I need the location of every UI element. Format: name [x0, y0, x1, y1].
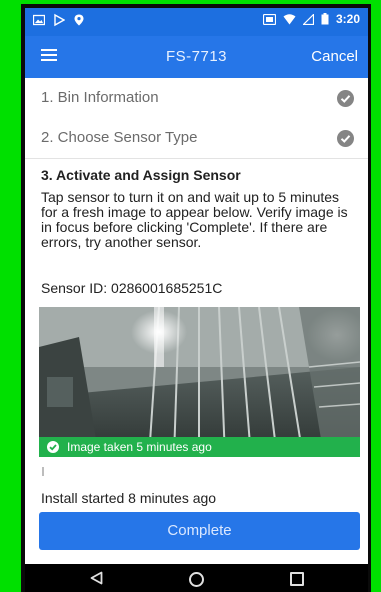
battery-icon [321, 13, 329, 25]
sim-icon [262, 13, 276, 25]
location-icon [74, 14, 84, 26]
back-icon[interactable] [90, 571, 103, 585]
home-icon[interactable] [189, 572, 204, 587]
check-circle-icon [337, 130, 354, 147]
device-screen: 3:20 FS-7713 Cancel 1. Bin Information 2… [21, 4, 371, 592]
check-circle-icon [47, 441, 59, 453]
app-window: 3:20 FS-7713 Cancel 1. Bin Information 2… [25, 8, 368, 592]
step-choose-sensor-type[interactable]: 2. Choose Sensor Type [25, 118, 368, 159]
complete-button[interactable]: Complete [39, 512, 360, 550]
check-circle-icon [337, 90, 354, 107]
recents-icon[interactable] [290, 572, 304, 586]
sensor-id: Sensor ID: 0286001685251C [41, 280, 223, 296]
instructions-text: Tap sensor to turn it on and wait up to … [41, 189, 348, 250]
install-status: Install started 8 minutes ago [41, 490, 217, 506]
image-status-banner: Image taken 5 minutes ago [39, 437, 360, 457]
active-step-title: 3. Activate and Assign Sensor [41, 167, 241, 183]
signal-icon [302, 13, 314, 25]
wifi-icon [283, 13, 296, 24]
status-left-icons [33, 13, 85, 27]
navigation-bar [25, 564, 368, 592]
image-icon [33, 14, 45, 26]
cancel-button[interactable]: Cancel [311, 48, 358, 65]
play-store-icon [54, 13, 65, 27]
divider-mark [42, 467, 44, 476]
status-bar: 3:20 [25, 8, 368, 36]
app-bar: FS-7713 Cancel [25, 36, 368, 78]
step-label: 1. Bin Information [41, 89, 159, 106]
step-label: 2. Choose Sensor Type [41, 129, 198, 146]
status-right-icons: 3:20 [262, 12, 360, 26]
status-time: 3:20 [335, 12, 360, 26]
image-status-text: Image taken 5 minutes ago [67, 440, 212, 454]
step-bin-information[interactable]: 1. Bin Information [25, 78, 368, 119]
sensor-image [39, 307, 360, 457]
